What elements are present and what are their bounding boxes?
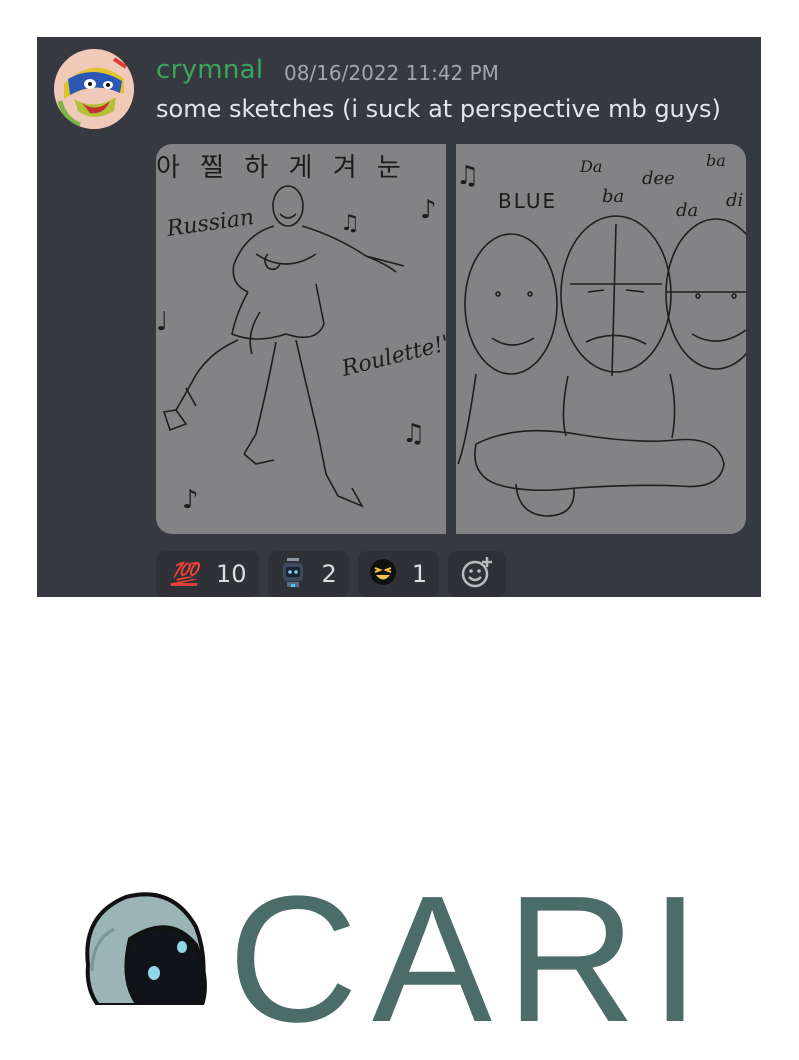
user-avatar-icon[interactable]: [54, 49, 134, 129]
footer-brand: CARI: [74, 870, 700, 1050]
music-note: ♪: [420, 195, 437, 225]
reaction-bar: 💯 10 2 1: [156, 551, 507, 597]
russian-label: Russian: [164, 205, 255, 242]
korean-lyrics: 아 찔 하 게 겨 눈: [156, 153, 407, 183]
laughing-face-icon: [368, 557, 398, 591]
hundred-points-icon: 💯: [170, 561, 198, 587]
lyric-di: di: [726, 190, 743, 211]
music-note: ♫: [402, 419, 425, 449]
reaction-laughing-face[interactable]: 1: [357, 551, 440, 597]
lyric-ba: ba: [602, 186, 624, 207]
reaction-robot[interactable]: 2: [267, 551, 349, 597]
timestamp: 08/16/2022 11:42 PM: [284, 61, 499, 85]
reaction-hundred-points[interactable]: 💯 10: [156, 551, 259, 597]
lyric-dee: dee: [642, 168, 675, 189]
add-reaction-button[interactable]: [448, 551, 507, 597]
roulette-label: Roulette!": [338, 330, 446, 382]
reaction-count: 10: [216, 560, 247, 588]
image-attachments: 아 찔 하 게 겨 눈 Russian Roulette!" ♫ ♪ ♩ ♫ ♪: [156, 144, 746, 534]
sketch-image-left[interactable]: 아 찔 하 게 겨 눈 Russian Roulette!" ♫ ♪ ♩ ♫ ♪: [156, 144, 446, 534]
music-note: ♩: [156, 307, 168, 337]
reaction-count: 1: [411, 560, 428, 588]
sketch-image-right[interactable]: ♫ BLUE Da dee ba ba da di: [456, 144, 746, 534]
reaction-count: 2: [321, 560, 337, 588]
username[interactable]: crymnal: [156, 55, 263, 85]
robot-mascot-icon: [74, 885, 214, 1009]
chat-message: crymnal 08/16/2022 11:42 PM some sketche…: [37, 37, 761, 597]
robot-icon: [278, 555, 308, 593]
lyric-da: da: [676, 200, 698, 221]
brand-wordmark: CARI: [228, 859, 715, 1060]
music-note: ♫: [456, 161, 479, 191]
message-text: some sketches (i suck at perspective mb …: [156, 95, 721, 123]
music-note: ♫: [340, 211, 360, 236]
blue-label: BLUE: [498, 189, 557, 213]
lyric-da: Da: [579, 157, 602, 176]
lyric-ba: ba: [706, 151, 726, 170]
add-reaction-icon: [460, 555, 494, 593]
music-note: ♪: [182, 485, 199, 515]
